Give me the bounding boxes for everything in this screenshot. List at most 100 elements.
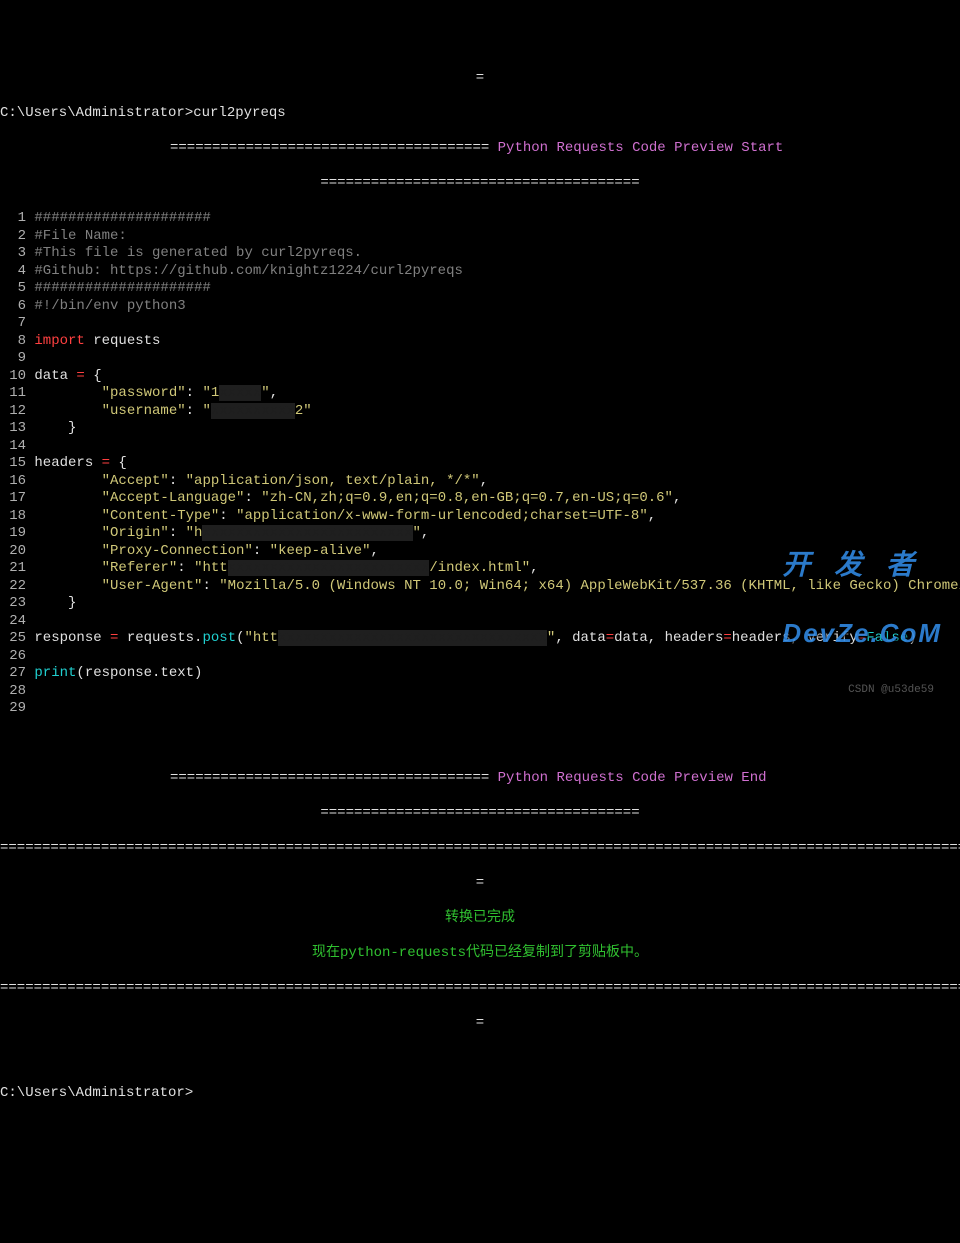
line-number: 8 [0, 333, 26, 351]
eq-center: = [0, 1015, 960, 1033]
code-token: xxxxx [219, 385, 261, 401]
full-bar: ========================================… [0, 980, 960, 998]
code-token: } [34, 595, 76, 611]
line-number: 6 [0, 298, 26, 316]
code-token: , [270, 385, 278, 401]
code-token: { [110, 455, 127, 471]
line-number: 22 [0, 578, 26, 596]
spacer-top: = [0, 70, 960, 88]
code-token [34, 525, 101, 541]
code-token: = [102, 455, 110, 471]
blank [0, 735, 960, 753]
code-token: post [202, 630, 236, 646]
code-token: "Origin" [102, 525, 169, 541]
status-done: 转换已完成 [0, 910, 960, 928]
code-token: #!/bin/env python3 [34, 298, 185, 314]
prompt: C:\Users\Administrator> [0, 105, 193, 121]
code-token: ##################### [34, 210, 210, 226]
code-token: , [480, 473, 488, 489]
line-number: 11 [0, 385, 26, 403]
line-number: 26 [0, 648, 26, 666]
code-token: 2" [295, 403, 312, 419]
code-token [34, 560, 101, 576]
code-token: /index.html" [429, 560, 530, 576]
line-number: 10 [0, 368, 26, 386]
line-number: 18 [0, 508, 26, 526]
code-token: data, headers [614, 630, 723, 646]
code-token: "h [186, 525, 203, 541]
code-token: #File Name: [34, 228, 126, 244]
code-token [34, 473, 101, 489]
code-token: "zh-CN,zh;q=0.9,en;q=0.8,en-GB;q=0.7,en-… [261, 490, 673, 506]
code-token: : [202, 578, 219, 594]
code-token: : [253, 543, 270, 559]
preview-end-label: Python Requests Code Preview End [498, 770, 767, 786]
code-token: "password" [102, 385, 186, 401]
line-number: 28 [0, 683, 26, 701]
code-token: , data [555, 630, 605, 646]
code-token: xxxxxxxxxxxxxxxxxxxxxxxxx [202, 525, 412, 541]
code-token: print [34, 665, 76, 681]
line-number: 24 [0, 613, 26, 631]
code-token: " [202, 403, 210, 419]
line-number: 27 [0, 665, 26, 683]
code-token: , [673, 490, 681, 506]
line-number: 12 [0, 403, 26, 421]
code-token: } [34, 420, 76, 436]
preview-start-label: Python Requests Code Preview Start [498, 140, 784, 156]
full-bar: ========================================… [0, 840, 960, 858]
divider-sub: ====================================== [320, 805, 639, 821]
divider: ====================================== [170, 140, 498, 156]
code-token: "1 [202, 385, 219, 401]
code-token: = [606, 630, 614, 646]
code-token: : [169, 473, 186, 489]
code-token: #Github: https://github.com/knightz1224/… [34, 263, 462, 279]
line-number: 15 [0, 455, 26, 473]
divider: ====================================== [170, 770, 498, 786]
code-token: , [421, 525, 429, 541]
line-number: 17 [0, 490, 26, 508]
line-number: 2 [0, 228, 26, 246]
code-token: "htt [244, 630, 278, 646]
divider-sub: ====================================== [320, 175, 639, 191]
code-token: xxxxxxxxxxxxxxxxxxxxxxxx [228, 560, 430, 576]
code-token: xxxxxxxxxx [211, 403, 295, 419]
code-token: , [371, 543, 379, 559]
line-number: 1 [0, 210, 26, 228]
code-token: "username" [102, 403, 186, 419]
code-token [34, 508, 101, 524]
code-token: "keep-alive" [270, 543, 371, 559]
line-number: 9 [0, 350, 26, 368]
eq-center: = [0, 875, 960, 893]
code-token [34, 403, 101, 419]
code-token: , [648, 508, 656, 524]
code-token: " [261, 385, 269, 401]
line-number: 7 [0, 315, 26, 333]
command: curl2pyreqs [193, 105, 285, 121]
line-number: 14 [0, 438, 26, 456]
code-token: ##################### [34, 280, 210, 296]
line-number: 16 [0, 473, 26, 491]
code-token: , [530, 560, 538, 576]
code-token: xxxxxxxxxxxxxxxxxxxxxxxxxxxxxxxx [278, 630, 547, 646]
watermark: 开 发 者 DevZe.CoM [782, 512, 942, 685]
code-token [34, 385, 101, 401]
code-token: #This file is generated by curl2pyreqs. [34, 245, 362, 261]
line-number: 20 [0, 543, 26, 561]
code-token [34, 543, 101, 559]
line-number: 5 [0, 280, 26, 298]
code-token: = [723, 630, 731, 646]
code-token: : [219, 508, 236, 524]
line-number: 4 [0, 263, 26, 281]
code-token: { [85, 368, 102, 384]
code-token: requests [85, 333, 161, 349]
code-token: "application/x-www-form-urlencoded;chars… [236, 508, 648, 524]
line-number: 19 [0, 525, 26, 543]
code-token: : [186, 403, 203, 419]
code-token [34, 578, 101, 594]
code-token [34, 490, 101, 506]
code-token: "Proxy-Connection" [102, 543, 253, 559]
code-token: = [76, 368, 84, 384]
line-number: 3 [0, 245, 26, 263]
code-token: "Referer" [102, 560, 178, 576]
